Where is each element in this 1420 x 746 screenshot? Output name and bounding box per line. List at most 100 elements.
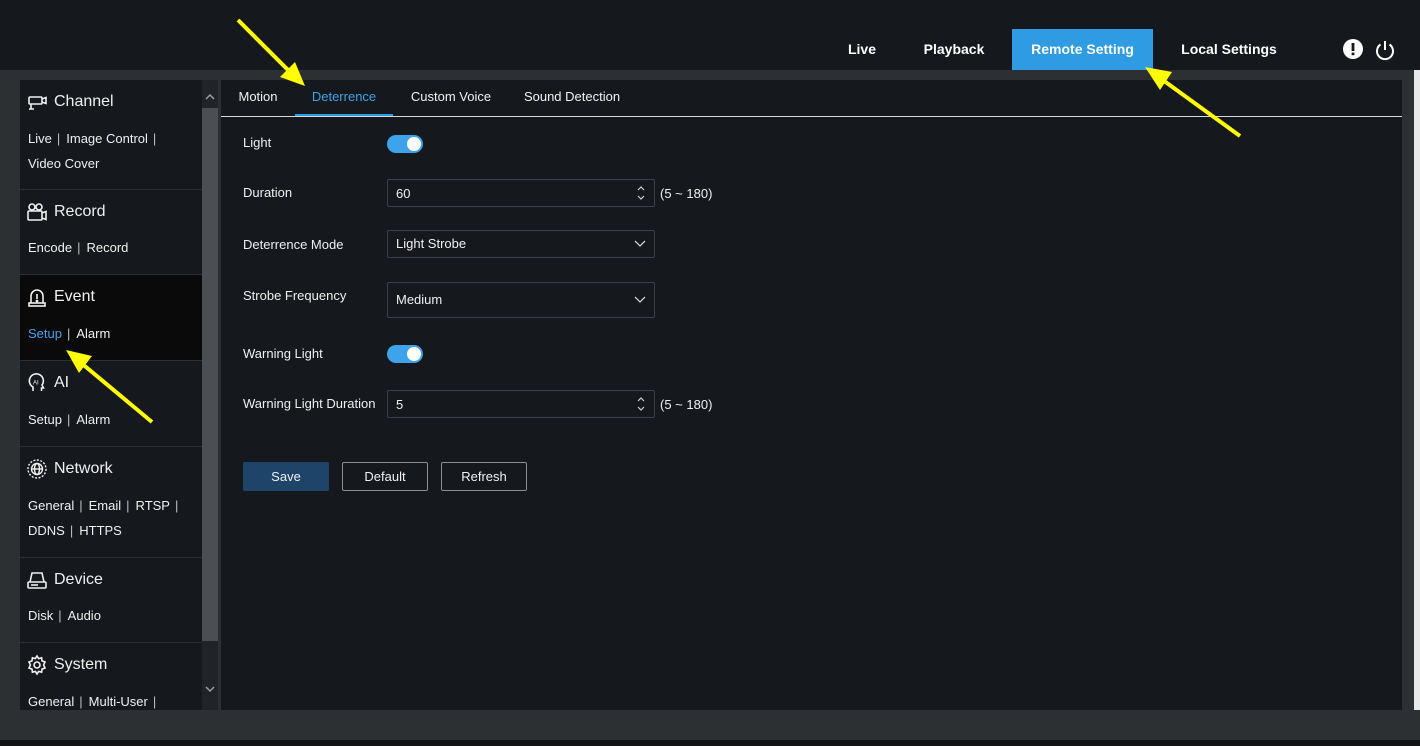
- sidebar-title-ai: AI: [54, 374, 70, 391]
- sidebar-group-ai: AI AI Setup | Alarm: [20, 361, 202, 447]
- default-button[interactable]: Default: [342, 462, 428, 491]
- sidebar-link-encode[interactable]: Encode: [28, 240, 72, 255]
- chevron-down-icon: [634, 296, 646, 303]
- info-icon[interactable]: [1343, 39, 1363, 59]
- hard-disk-icon: [27, 572, 47, 589]
- warning-light-duration-input[interactable]: [396, 391, 616, 417]
- sidebar-title-record: Record: [54, 203, 106, 220]
- top-bar: Live Playback Remote Setting Local Setti…: [0, 0, 1420, 70]
- gear-icon: [27, 654, 47, 676]
- sidebar-group-device: Device Disk | Audio: [20, 558, 202, 643]
- window-edge: [1414, 70, 1420, 710]
- sidebar-link-ai-alarm[interactable]: Alarm: [76, 412, 110, 427]
- warning-light-duration-field[interactable]: [387, 390, 655, 418]
- sidebar-head-record[interactable]: Record: [26, 201, 106, 223]
- chevron-down-icon[interactable]: [203, 682, 217, 696]
- sidebar-links-record: Encode | Record: [28, 240, 129, 255]
- svg-text:AI: AI: [33, 381, 39, 387]
- nav-remote-setting[interactable]: Remote Setting: [1012, 29, 1153, 70]
- tab-bar: Motion Deterrence Custom Voice Sound Det…: [221, 80, 1402, 117]
- camera-icon: [28, 96, 47, 110]
- save-button[interactable]: Save: [243, 462, 329, 491]
- sidebar-head-device[interactable]: Device: [26, 569, 103, 591]
- nav-live[interactable]: Live: [830, 29, 894, 70]
- main-panel: Motion Deterrence Custom Voice Sound Det…: [221, 80, 1402, 710]
- sidebar-title-event: Event: [54, 288, 95, 305]
- sidebar-link-disk[interactable]: Disk: [28, 608, 53, 623]
- sidebar-title-network: Network: [54, 460, 113, 477]
- sidebar-links-ai: Setup | Alarm: [28, 412, 111, 427]
- sidebar-links-event: Setup | Alarm: [28, 326, 111, 341]
- spinner-arrows-icon[interactable]: [636, 394, 646, 414]
- sidebar-links-channel: Live | Image Control | Video Cover: [28, 131, 157, 171]
- sidebar-link-image-control[interactable]: Image Control: [66, 131, 148, 146]
- light-toggle[interactable]: [387, 135, 423, 153]
- sidebar-head-system[interactable]: System: [26, 654, 107, 676]
- sidebar-link-ai-setup[interactable]: Setup: [28, 412, 62, 427]
- sidebar-link-rtsp[interactable]: RTSP: [136, 498, 170, 513]
- strobe-frequency-value: Medium: [396, 292, 443, 307]
- sidebar-group-event: Event Setup | Alarm: [20, 275, 202, 361]
- sidebar-links-network: General | Email | RTSP | DDNS | HTTPS: [28, 498, 179, 538]
- sidebar-link-email[interactable]: Email: [89, 498, 122, 513]
- warning-light-label: Warning Light: [243, 346, 323, 361]
- network-globe-icon: [27, 459, 47, 479]
- tab-deterrence[interactable]: Deterrence: [295, 80, 393, 116]
- sidebar-link-multi-user[interactable]: Multi-User: [89, 694, 148, 709]
- strobe-frequency-label: Strobe Frequency: [243, 288, 347, 303]
- refresh-button[interactable]: Refresh: [441, 462, 527, 491]
- record-icon: [27, 203, 47, 221]
- tab-sound-detection[interactable]: Sound Detection: [517, 80, 627, 114]
- warning-light-duration-range: (5 ~ 180): [660, 397, 713, 412]
- taskbar-strip: [0, 740, 1420, 746]
- nav-local-settings[interactable]: Local Settings: [1162, 29, 1296, 70]
- sidebar-title-device: Device: [54, 571, 103, 588]
- strobe-frequency-select[interactable]: Medium: [387, 282, 655, 318]
- tab-motion[interactable]: Motion: [229, 80, 287, 114]
- warning-light-duration-label: Warning Light Duration: [243, 396, 376, 411]
- deterrence-mode-value: Light Strobe: [396, 236, 467, 251]
- sidebar-head-network[interactable]: Network: [26, 458, 113, 480]
- sidebar-group-channel: Channel Live | Image Control | Video Cover: [20, 80, 202, 190]
- chevron-down-icon: [634, 240, 646, 247]
- sidebar-head-event[interactable]: Event: [26, 286, 95, 308]
- sidebar-link-event-alarm[interactable]: Alarm: [76, 326, 110, 341]
- nav-playback[interactable]: Playback: [906, 29, 1002, 70]
- sidebar-link-record[interactable]: Record: [86, 240, 128, 255]
- sidebar-link-ddns[interactable]: DDNS: [28, 523, 65, 538]
- sidebar-link-video-cover[interactable]: Video Cover: [28, 156, 99, 171]
- sidebar-group-network: Network General | Email | RTSP | DDNS | HTTPS: [20, 447, 202, 558]
- sidebar-link-audio[interactable]: Audio: [68, 608, 101, 623]
- sidebar-head-ai[interactable]: AI AI: [26, 372, 69, 394]
- sidebar-link-https[interactable]: HTTPS: [79, 523, 122, 538]
- ai-head-icon: AI: [28, 373, 45, 391]
- toggle-knob: [407, 347, 421, 361]
- sidebar-title-system: System: [54, 656, 108, 673]
- spinner-arrows-icon[interactable]: [636, 183, 646, 203]
- duration-label: Duration: [243, 185, 293, 200]
- sidebar-link-system-general[interactable]: General: [28, 694, 74, 709]
- sidebar-scroll-thumb[interactable]: [202, 108, 218, 641]
- sidebar-links-device: Disk | Audio: [28, 608, 101, 623]
- sidebar-group-system: System General | Multi-User |: [20, 643, 202, 710]
- duration-field[interactable]: [387, 179, 655, 207]
- chevron-up-icon[interactable]: [203, 90, 217, 104]
- sidebar-group-record: Record Encode | Record: [20, 190, 202, 275]
- toggle-knob: [407, 137, 421, 151]
- sidebar-links-system: General | Multi-User |: [28, 694, 157, 709]
- tab-custom-voice[interactable]: Custom Voice: [401, 80, 501, 114]
- sidebar-link-event-setup[interactable]: Setup: [28, 326, 62, 341]
- sidebar-head-channel[interactable]: Channel: [26, 91, 114, 113]
- power-icon[interactable]: [1374, 39, 1396, 61]
- alarm-light-icon: [28, 289, 46, 307]
- sidebar: Channel Live | Image Control | Video Cover …: [20, 80, 202, 710]
- sidebar-link-general[interactable]: General: [28, 498, 74, 513]
- sidebar-title-channel: Channel: [54, 93, 114, 110]
- deterrence-mode-select[interactable]: Light Strobe: [387, 230, 655, 258]
- sidebar-link-live[interactable]: Live: [28, 131, 52, 146]
- warning-light-toggle[interactable]: [387, 345, 423, 363]
- deterrence-mode-label: Deterrence Mode: [243, 237, 344, 252]
- light-label: Light: [243, 135, 272, 150]
- duration-range: (5 ~ 180): [660, 186, 713, 201]
- duration-input[interactable]: [396, 180, 616, 206]
